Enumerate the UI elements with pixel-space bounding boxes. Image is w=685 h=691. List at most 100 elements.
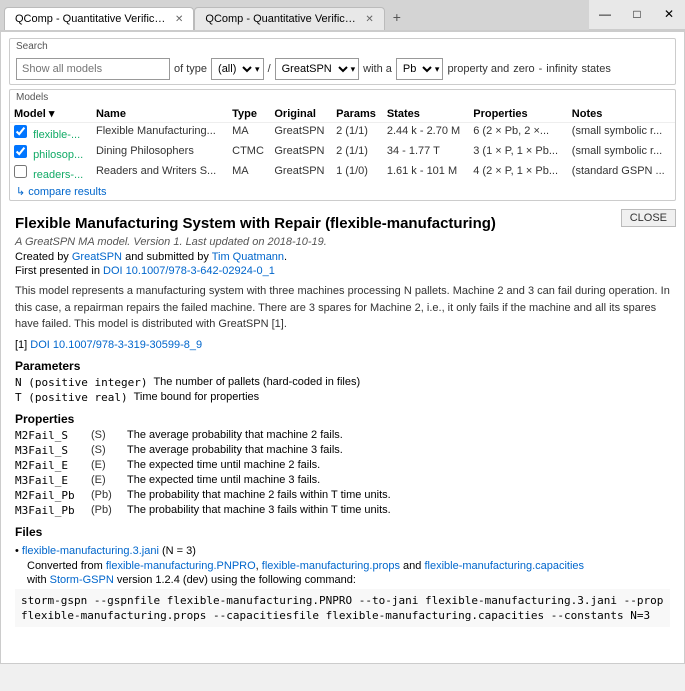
file-link-1[interactable]: flexible-manufacturing.3.jani: [22, 545, 159, 557]
model-id-link: philosop...: [33, 149, 83, 161]
cell-notes: (small symbolic r...: [568, 123, 675, 144]
dash-label: -: [539, 63, 543, 75]
cell-name: Dining Philosophers: [92, 143, 228, 163]
cell-original: GreatSPN: [270, 163, 332, 183]
cell-model-id: flexible-...: [10, 123, 92, 144]
close-detail-button[interactable]: CLOSE: [621, 209, 676, 227]
cell-name: Readers and Writers S...: [92, 163, 228, 183]
cell-states: 1.61 k - 101 M: [383, 163, 469, 183]
prop-name: M2Fail_E: [15, 459, 85, 472]
row-checkbox-2[interactable]: [14, 165, 27, 178]
tab-2-close[interactable]: ✕: [365, 14, 373, 25]
table-row[interactable]: philosop... Dining Philosophers CTMC Gre…: [10, 143, 675, 163]
table-header-row: Model ▾ Name Type Original Params States…: [10, 105, 675, 123]
ref-number: [1]: [15, 339, 27, 351]
file-link-2[interactable]: flexible-manufacturing.PNPRO: [106, 560, 256, 572]
file-item-1: flexible-manufacturing.3.jani (N = 3): [27, 545, 670, 557]
minimize-button[interactable]: —: [589, 0, 621, 28]
search-label: Search: [10, 39, 675, 54]
prop-chevron-icon: ▾: [435, 64, 440, 75]
models-section: Models Model ▾ Name Type Original Params…: [9, 89, 676, 201]
param-row: T (positive real)Time bound for properti…: [15, 391, 670, 404]
prop-row: M3Fail_Pb (Pb) The probability that machin…: [15, 504, 670, 517]
storm-link[interactable]: Storm-GSPN: [50, 574, 114, 586]
close-button[interactable]: ✕: [653, 0, 685, 28]
models-table: Model ▾ Name Type Original Params States…: [10, 105, 675, 183]
tool-select[interactable]: GreatSPN: [276, 59, 351, 79]
with-a-label: with a: [363, 63, 392, 75]
table-row[interactable]: readers-... Readers and Writers S... MA …: [10, 163, 675, 183]
param-desc: The number of pallets (hard-coded in fil…: [153, 376, 360, 389]
prop-name: M2Fail_Pb: [15, 489, 85, 502]
files-section: flexible-manufacturing.3.jani (N = 3) Co…: [15, 545, 670, 628]
property-label: property and: [447, 63, 509, 75]
prop-select-wrapper: Pb ▾: [396, 58, 444, 80]
type-select-wrapper: (all) ▾: [211, 58, 264, 80]
greatspn-link[interactable]: GreatSPN: [72, 251, 122, 263]
cell-properties: 3 (1 × P, 1 × Pb...: [469, 143, 568, 163]
model-id-link: flexible-...: [33, 129, 80, 141]
converted-prefix: Converted from: [27, 560, 106, 572]
col-model: Model ▾: [10, 105, 92, 123]
new-tab-button[interactable]: +: [385, 4, 409, 30]
prop-select[interactable]: Pb: [397, 59, 435, 79]
tab-1[interactable]: QComp - Quantitative Verification... ✕: [4, 7, 194, 30]
doi-link-1[interactable]: DOI 10.1007/978-3-642-02924-0_1: [103, 265, 275, 277]
type-select[interactable]: (all): [212, 59, 255, 79]
props-header: Properties: [15, 412, 670, 426]
row-checkbox-0[interactable]: [14, 125, 27, 138]
prop-name: M3Fail_Pb: [15, 504, 85, 517]
models-label: Models: [10, 90, 675, 105]
prop-type: (E): [91, 474, 121, 487]
param-name: T (positive real): [15, 391, 128, 404]
cell-original: GreatSPN: [270, 123, 332, 144]
table-row[interactable]: flexible-... Flexible Manufacturing... M…: [10, 123, 675, 144]
cell-name: Flexible Manufacturing...: [92, 123, 228, 144]
detail-description: This model represents a manufacturing sy…: [15, 283, 670, 333]
main-content: Search of type (all) ▾ / GreatSPN ▾ with…: [0, 31, 685, 664]
prop-desc: The probability that machine 3 fails wit…: [127, 504, 391, 517]
prop-desc: The average probability that machine 3 f…: [127, 444, 343, 457]
search-row: of type (all) ▾ / GreatSPN ▾ with a Pb ▾: [10, 54, 675, 84]
prop-row: M3Fail_E (E) The expected time until machi…: [15, 474, 670, 487]
search-input[interactable]: [16, 58, 170, 80]
first-presented-line: First presented in DOI 10.1007/978-3-642…: [15, 265, 670, 277]
prop-row: M2Fail_S(S)The average probability that …: [15, 429, 670, 442]
and-label: and: [400, 560, 424, 572]
row-checkbox-1[interactable]: [14, 145, 27, 158]
props-list: M2Fail_S(S)The average probability that …: [15, 429, 670, 517]
ref-line: [1] DOI 10.1007/978-3-319-30599-8_9: [15, 339, 670, 351]
type-chevron-icon: ▾: [255, 64, 260, 75]
prop-row: M2Fail_Pb(Pb)The probability that machin…: [15, 489, 670, 502]
created-by-prefix: Created by: [15, 251, 72, 263]
storm-prefix: with: [27, 574, 50, 586]
submitted-suffix: .: [284, 251, 287, 263]
param-name: N (positive integer): [15, 376, 147, 389]
detail-title: Flexible Manufacturing System with Repai…: [15, 215, 670, 232]
prop-name: M3Fail_E: [15, 474, 85, 487]
prop-desc: The expected time until machine 3 fails.: [127, 474, 320, 487]
of-type-label: of type: [174, 63, 207, 75]
storm-line: with Storm-GSPN version 1.2.4 (dev) usin…: [27, 574, 670, 586]
tab-2[interactable]: QComp - Quantitative Verification... ✕: [194, 7, 384, 30]
model-id-link: readers-...: [33, 169, 83, 181]
doi-link-2[interactable]: DOI 10.1007/978-3-319-30599-8_9: [30, 339, 202, 351]
col-properties: Properties: [469, 105, 568, 123]
file-link-3[interactable]: flexible-manufacturing.props: [262, 560, 400, 572]
tab-1-close[interactable]: ✕: [175, 14, 183, 25]
prop-type: (Pb): [91, 504, 121, 517]
cell-states: 34 - 1.77 T: [383, 143, 469, 163]
compare-results-link[interactable]: ↳ compare results: [10, 183, 675, 200]
first-presented-prefix: First presented in: [15, 265, 103, 277]
maximize-button[interactable]: □: [621, 0, 653, 28]
created-by-line: Created by GreatSPN and submitted by Tim…: [15, 251, 670, 263]
tim-link[interactable]: Tim Quatmann: [212, 251, 284, 263]
file-link-4[interactable]: flexible-manufacturing.capacities: [424, 560, 584, 572]
cell-model-id: readers-...: [10, 163, 92, 183]
prop-desc: The average probability that machine 2 f…: [127, 429, 343, 442]
search-section: Search of type (all) ▾ / GreatSPN ▾ with…: [9, 38, 676, 85]
infinity-label: infinity: [546, 63, 577, 75]
col-name: Name: [92, 105, 228, 123]
cell-params: 1 (1/0): [332, 163, 383, 183]
cell-notes: (standard GSPN ...: [568, 163, 675, 183]
